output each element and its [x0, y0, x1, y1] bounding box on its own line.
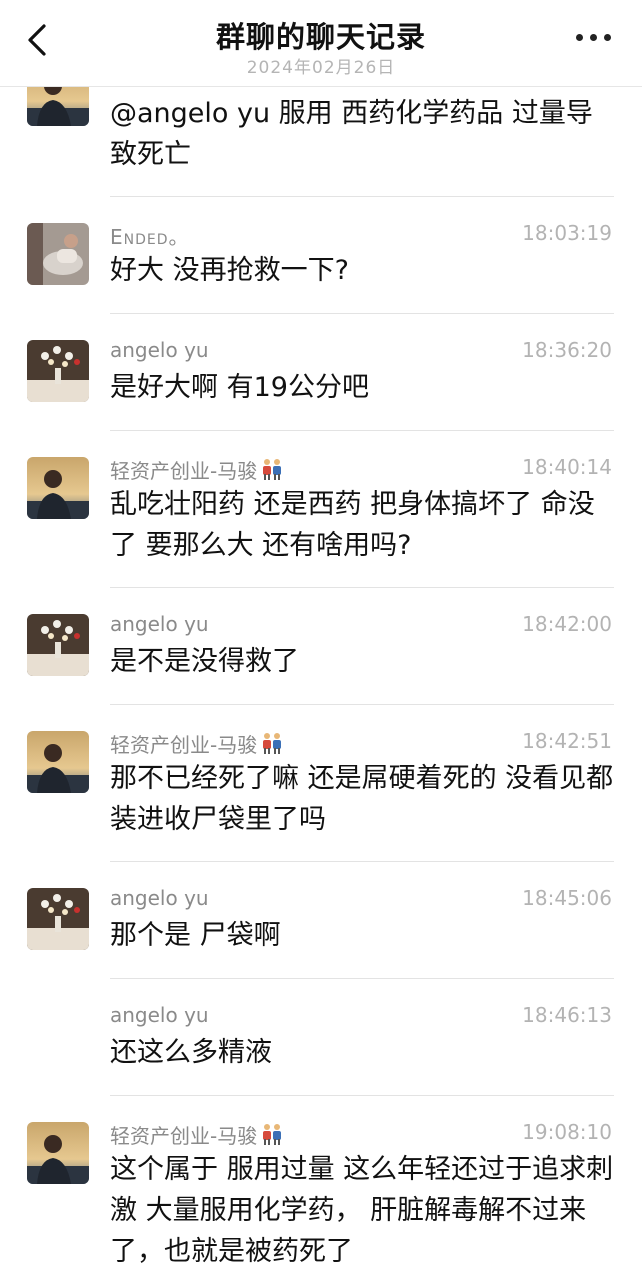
sender-name[interactable]: angelo yu: [110, 612, 209, 636]
avatar[interactable]: [27, 614, 89, 676]
divider: [110, 704, 614, 705]
nav-bar: 群聊的聊天记录 2024年02月26日: [0, 0, 642, 87]
message-text: @angelo yu 服用 西药化学药品 过量导致死亡: [110, 98, 593, 170]
message-time: 19:08:10: [522, 1120, 612, 1144]
chat-history-screen: @angelo yu 服用 西药化学药品 过量导致死亡 Ended。 18:03…: [0, 0, 642, 1280]
flowers-avatar-icon: [27, 340, 89, 402]
message-time: 18:42:51: [522, 729, 612, 753]
message-text: 那个是 尸袋啊: [110, 920, 281, 951]
message-time: 18:03:19: [522, 221, 612, 245]
flowers-avatar-icon: [27, 614, 89, 676]
message-time: 18:46:13: [522, 1003, 612, 1027]
avatar[interactable]: [27, 1122, 89, 1184]
message-time: 18:45:06: [522, 886, 612, 910]
message-time: 18:42:00: [522, 612, 612, 636]
photo-avatar-icon: [27, 223, 89, 285]
message-time: 18:36:20: [522, 338, 612, 362]
couple-emoji-icon: [263, 733, 282, 754]
more-dots-icon: [576, 34, 583, 41]
more-dots-icon: [590, 34, 597, 41]
avatar[interactable]: [27, 457, 89, 519]
message-text: 是好大啊 有19公分吧: [110, 372, 369, 403]
page-date: 2024年02月26日: [246, 58, 396, 78]
sender-name[interactable]: 轻资产创业-马骏: [110, 729, 284, 758]
page-title: 群聊的聊天记录: [215, 20, 426, 54]
more-dots-icon: [604, 34, 611, 41]
sender-name[interactable]: angelo yu: [110, 886, 209, 910]
sender-name[interactable]: Ended。: [110, 221, 190, 250]
more-button[interactable]: [576, 25, 612, 49]
sender-name[interactable]: angelo yu: [110, 338, 209, 362]
flowers-avatar-icon: [27, 888, 89, 950]
man-sunset-avatar-icon: [27, 457, 89, 519]
divider: [110, 1095, 614, 1096]
avatar[interactable]: [27, 888, 89, 950]
divider: [110, 313, 614, 314]
message-text: 是不是没得救了: [110, 646, 299, 677]
divider: [110, 430, 614, 431]
sender-name[interactable]: angelo yu: [110, 1003, 209, 1027]
divider: [110, 587, 614, 588]
message-text: 那不已经死了嘛 还是屌硬着死的 没看见都装进收尸袋里了吗: [110, 763, 614, 835]
message-list[interactable]: @angelo yu 服用 西药化学药品 过量导致死亡 Ended。 18:03…: [0, 0, 642, 1280]
divider: [110, 861, 614, 862]
message-text: 乱吃壮阳药 还是西药 把身体搞坏了 命没了 要那么大 还有啥用吗?: [110, 489, 595, 561]
couple-emoji-icon: [263, 1124, 282, 1145]
avatar[interactable]: [27, 340, 89, 402]
sender-name[interactable]: 轻资产创业-马骏: [110, 1120, 284, 1149]
avatar[interactable]: [27, 731, 89, 793]
divider: [110, 978, 614, 979]
message-text: 还这么多精液: [110, 1037, 272, 1068]
sender-name[interactable]: 轻资产创业-马骏: [110, 455, 284, 484]
avatar[interactable]: [27, 223, 89, 285]
man-sunset-avatar-icon: [27, 731, 89, 793]
divider: [110, 196, 614, 197]
message-time: 18:40:14: [522, 455, 612, 479]
man-sunset-avatar-icon: [27, 1122, 89, 1184]
message-text: 好大 没再抢救一下?: [110, 255, 349, 286]
couple-emoji-icon: [263, 459, 282, 480]
message-text: 这个属于 服用过量 这么年轻还过于追求刺激 大量服用化学药， 肝脏解毒解不过来了…: [110, 1154, 614, 1267]
